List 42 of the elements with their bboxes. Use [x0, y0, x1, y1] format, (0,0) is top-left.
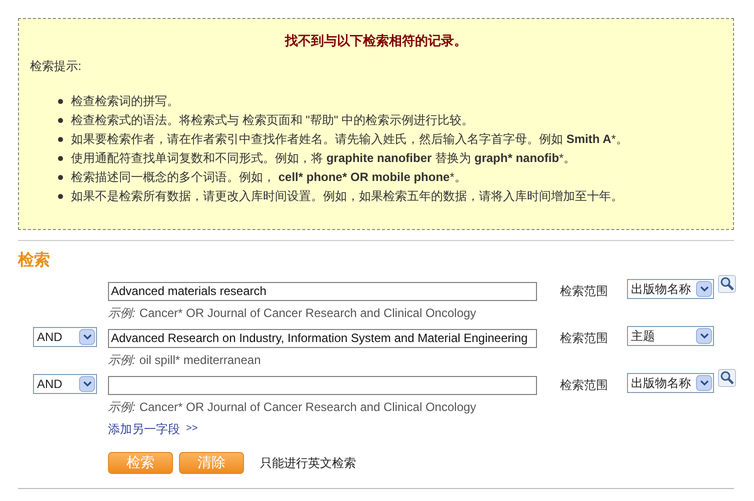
caret-icon: [79, 329, 95, 345]
example-label: 示例:: [108, 399, 136, 416]
bullet-icon: [58, 118, 63, 122]
dropdown[interactable]: 主题: [627, 326, 714, 346]
tip-text: 如果不是检索所有数据，请更改入库时间设置。例如，如果检索五年的数据，请将入库时间增加至十年。: [71, 188, 623, 204]
caret-icon: [79, 376, 95, 392]
search-field[interactable]: [108, 376, 537, 394]
notice-title: 找不到与以下检索相符的记录。: [284, 32, 468, 50]
note-text: 只能进行英文检索: [260, 455, 356, 472]
scope-label: 检索范围: [560, 377, 609, 394]
arrows-text: >>: [186, 422, 198, 436]
example-text: oil spill* mediterranean: [139, 352, 261, 369]
search-field[interactable]: Advanced materials research: [108, 282, 537, 300]
caret-icon: [696, 375, 712, 391]
example-label: 示例:: [108, 305, 136, 322]
example-label: 示例:: [108, 352, 136, 369]
bullet-icon: [58, 156, 63, 160]
tips-label: 检索提示:: [30, 58, 82, 74]
tip-text: 检查检索词的拼写。: [71, 92, 179, 110]
search-field[interactable]: Advanced Research on Industry, Information System and Material Engineering: [108, 328, 537, 348]
tip-text: 如果要检索作者，请在作者索引中查找作者姓名。请先输入姓氏，然后输入名字首字母。例如 Smith A*。: [71, 130, 628, 148]
caret-icon: [696, 281, 712, 297]
search-heading: 检索: [18, 250, 51, 271]
dropdown[interactable]: AND: [33, 327, 97, 347]
tip-text: 检查检索式的语法。将检索式与 检索页面和 "帮助" 中的检索示例进行比较。: [71, 112, 474, 128]
tip-text: 使用通配符查找单词复数和不同形式。例如，将 graphite nanofiber 替换为 graph* nanofib*。: [71, 150, 576, 166]
scope-label: 检索范围: [560, 283, 609, 300]
tip-text: 检索描述同一概念的多个词语。例如， cell* phone* OR mobile phone*。: [71, 168, 466, 186]
search-icon[interactable]: [718, 369, 736, 387]
search-icon[interactable]: [718, 275, 736, 293]
scope-label: 检索范围: [560, 330, 609, 347]
dropdown[interactable]: 出版物名称: [627, 373, 714, 393]
bullet-icon: [58, 174, 63, 180]
bullet-icon: [58, 194, 63, 198]
example-text: Cancer* OR Journal of Cancer Research and Clinical Oncology: [139, 305, 476, 322]
bullet-icon: [58, 136, 63, 142]
example-text: Cancer* OR Journal of Cancer Research and Clinical Oncology: [139, 399, 476, 416]
caret-icon: [696, 328, 712, 344]
dropdown[interactable]: 出版物名称: [627, 279, 714, 299]
dropdown[interactable]: AND: [33, 374, 97, 394]
bullet-icon: [58, 98, 63, 104]
add-field-link[interactable]: 添加另一字段: [108, 420, 180, 438]
